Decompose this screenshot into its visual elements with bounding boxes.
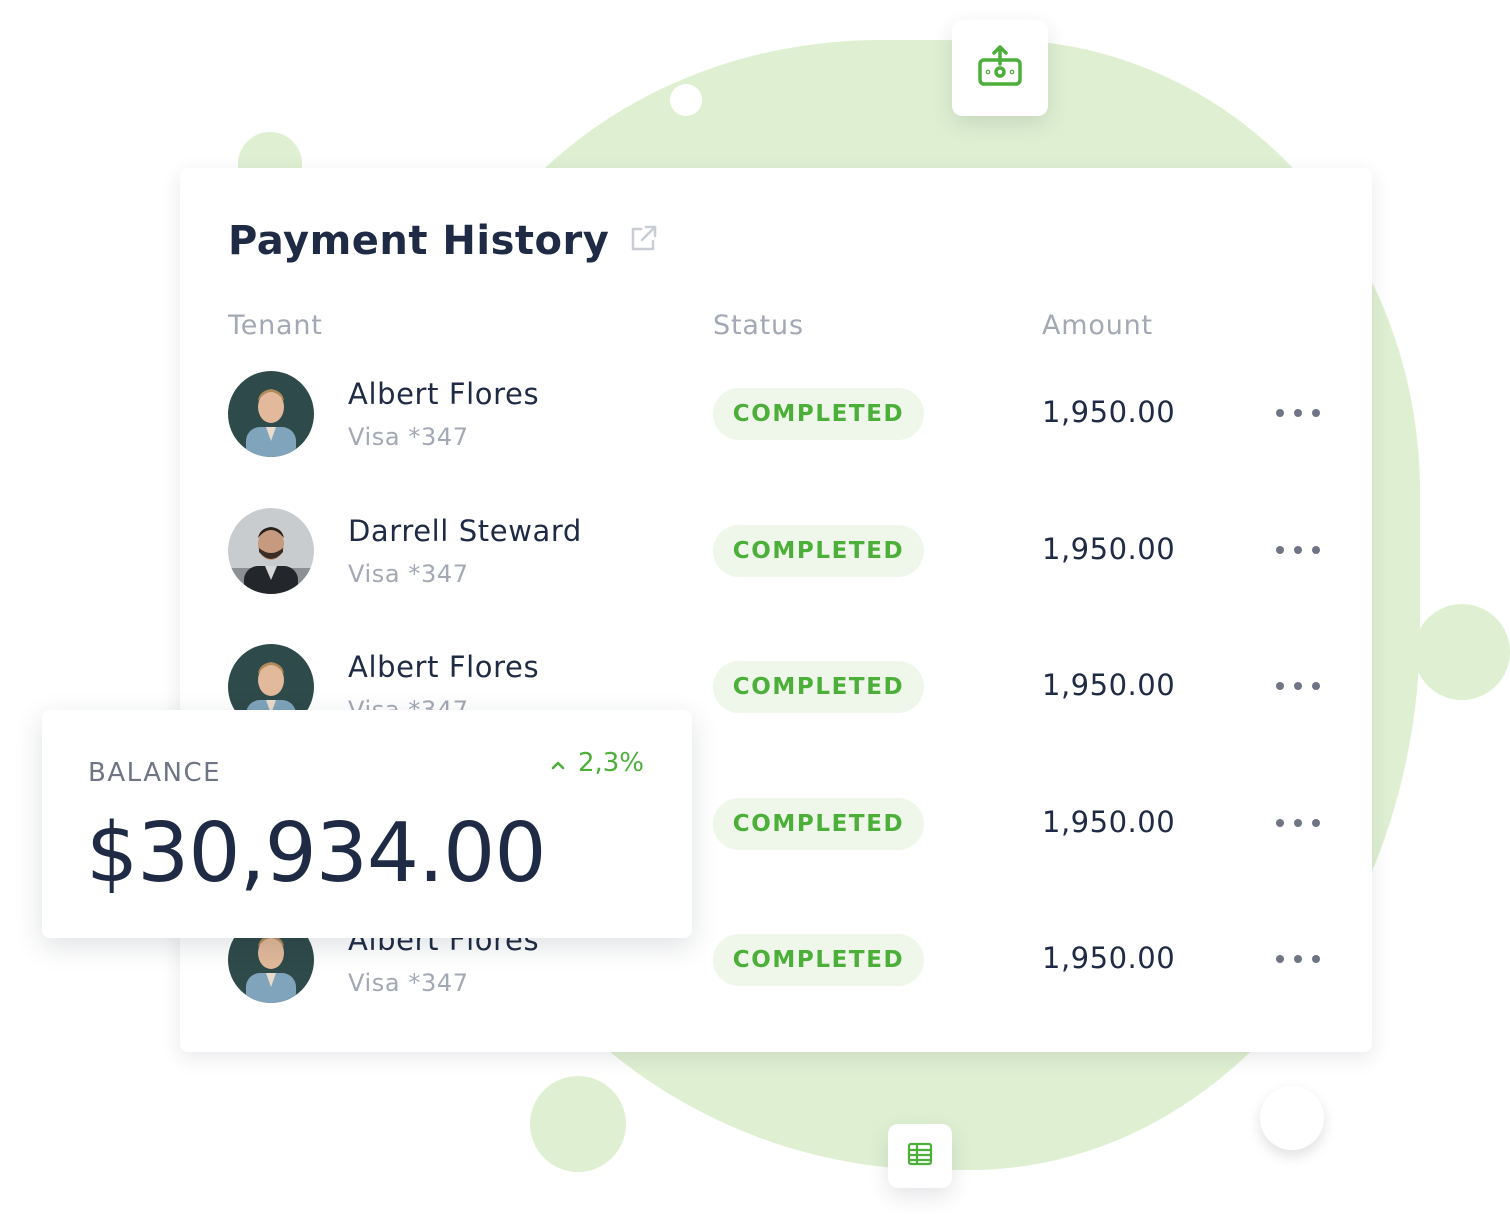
status-badge: COMPLETED [713, 525, 924, 577]
tenant-name: Darrell Steward [348, 514, 582, 548]
page-title: Payment History [228, 218, 610, 264]
balance-change: 2,3% [550, 748, 644, 778]
balance-card: BALANCE 2,3% $30,934.00 [42, 710, 692, 938]
decor-circle [670, 84, 702, 116]
more-horizontal-icon[interactable] [1276, 815, 1320, 831]
chevron-up-icon [550, 748, 566, 778]
decor-circle [530, 1076, 626, 1172]
column-header-tenant: Tenant [228, 310, 323, 341]
spreadsheet-icon [906, 1141, 934, 1171]
avatar [228, 371, 314, 457]
status-badge: COMPLETED [713, 934, 924, 986]
spreadsheet-tile[interactable] [888, 1124, 952, 1188]
money-upload-icon [976, 44, 1024, 92]
money-upload-tile[interactable] [952, 20, 1048, 116]
table-row[interactable]: Albert Flores Visa *347 COMPLETED 1,950.… [180, 371, 1372, 461]
more-horizontal-icon[interactable] [1276, 678, 1320, 694]
status-badge: COMPLETED [713, 388, 924, 440]
more-horizontal-icon[interactable] [1276, 951, 1320, 967]
status-badge: COMPLETED [713, 798, 924, 850]
tenant-card: Visa *347 [348, 969, 469, 997]
tenant-name: Albert Flores [348, 377, 540, 411]
tenant-card: Visa *347 [348, 423, 469, 451]
tenant-name: Albert Flores [348, 650, 540, 684]
balance-label: BALANCE [88, 758, 222, 788]
avatar [228, 508, 314, 594]
decor-circle [1260, 1086, 1324, 1150]
amount: 1,950.00 [1042, 532, 1176, 566]
column-header-status: Status [713, 310, 804, 341]
amount: 1,950.00 [1042, 941, 1176, 975]
status-badge: COMPLETED [713, 661, 924, 713]
decor-circle [1414, 604, 1510, 700]
amount: 1,950.00 [1042, 668, 1176, 702]
balance-change-value: 2,3% [577, 748, 644, 778]
balance-value: $30,934.00 [86, 806, 546, 901]
more-horizontal-icon[interactable] [1276, 542, 1320, 558]
more-horizontal-icon[interactable] [1276, 405, 1320, 421]
amount: 1,950.00 [1042, 395, 1176, 429]
table-row[interactable]: Darrell Steward Visa *347 COMPLETED 1,95… [180, 508, 1372, 598]
external-link-icon[interactable] [627, 223, 659, 259]
amount: 1,950.00 [1042, 805, 1176, 839]
tenant-card: Visa *347 [348, 560, 469, 588]
column-header-amount: Amount [1042, 310, 1153, 341]
